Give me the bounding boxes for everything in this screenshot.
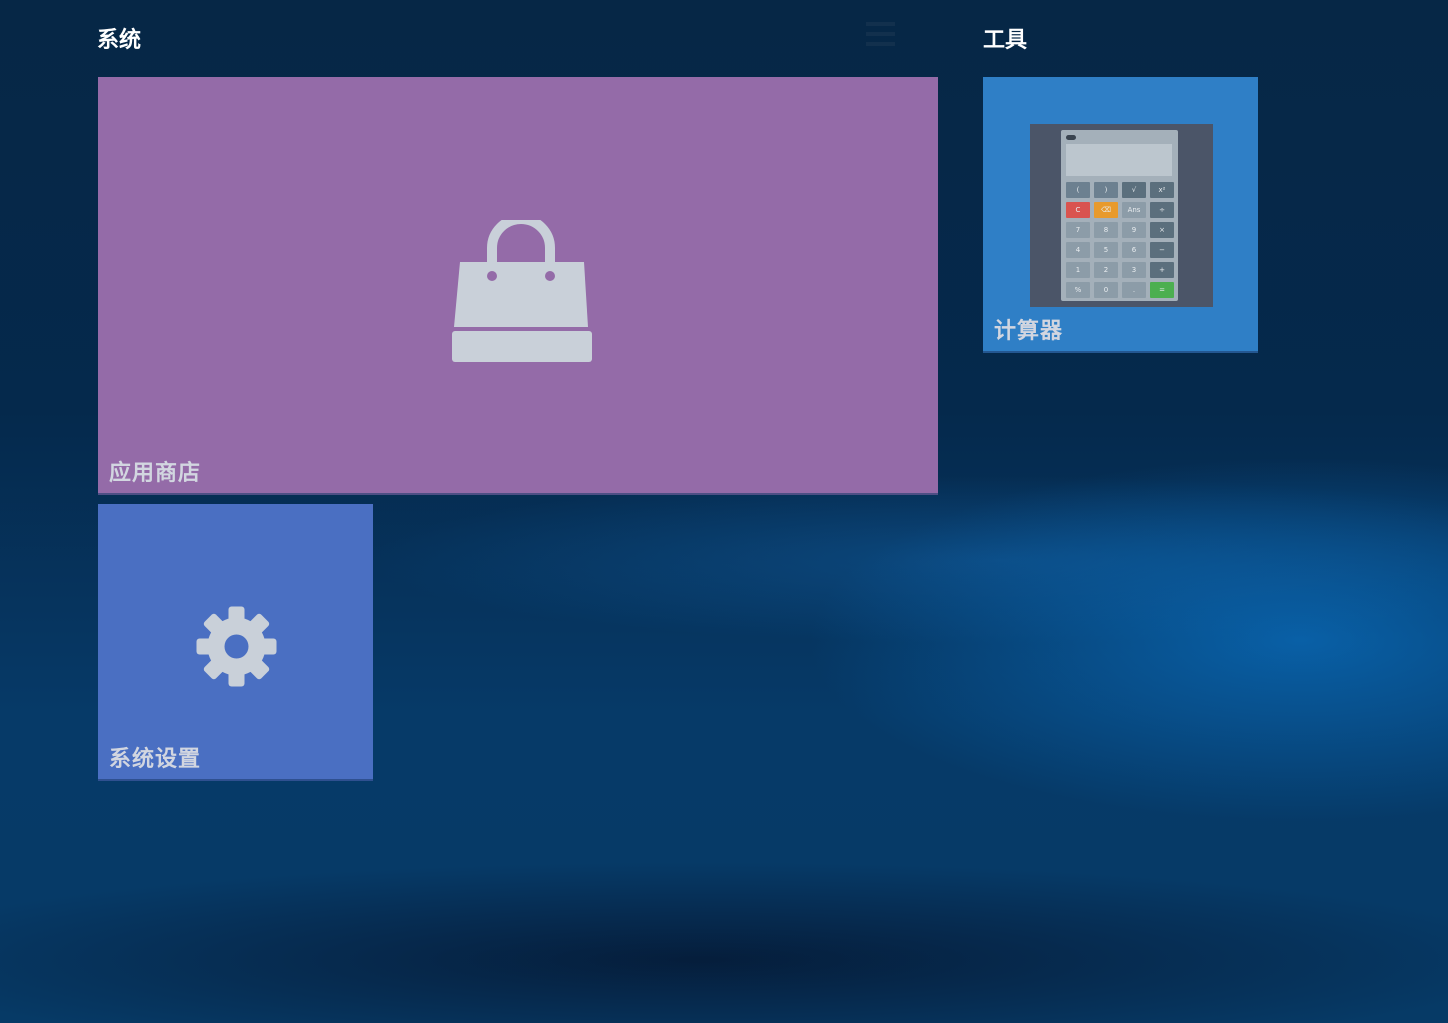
- tile-app-store[interactable]: 应用商店: [98, 77, 938, 495]
- calculator-key: C: [1066, 202, 1090, 218]
- calculator-key: 8: [1094, 222, 1118, 238]
- calculator-key: 1: [1066, 262, 1090, 278]
- calculator-thumbnail: () √ x² C ⌫ Ans ÷ 7 8 9 × 4 5 6− 1 2 3 +% 0. =: [1030, 124, 1213, 307]
- calculator-display: [1066, 144, 1172, 176]
- hamburger-menu-icon[interactable]: [866, 22, 895, 48]
- calculator-key: ÷: [1150, 202, 1174, 218]
- calculator-key: (: [1066, 182, 1090, 198]
- shopping-bag-icon: [448, 214, 596, 364]
- group-title-system: 系统: [97, 28, 142, 53]
- calculator-key: √: [1122, 182, 1146, 198]
- calculator-key: =: [1150, 282, 1174, 298]
- calculator-key: −: [1150, 242, 1174, 258]
- calculator-key: x²: [1150, 182, 1174, 198]
- calculator-keypad: () √ x² C ⌫ Ans ÷ 7 8 9 × 4 5 6− 1 2 3 +% 0. =: [1066, 182, 1174, 298]
- calculator-key: 9: [1122, 222, 1146, 238]
- calculator-key: ): [1094, 182, 1118, 198]
- tile-label: 系统设置: [109, 747, 202, 772]
- toggle-icon: [1066, 135, 1076, 140]
- calculator-key: 2: [1094, 262, 1118, 278]
- calculator-key: ⌫: [1094, 202, 1118, 218]
- calculator-key: +: [1150, 262, 1174, 278]
- calculator-key: .: [1122, 282, 1146, 298]
- calculator-key: %: [1066, 282, 1090, 298]
- calculator-key: 5: [1094, 242, 1118, 258]
- tile-label: 计算器: [994, 319, 1064, 344]
- tile-system-settings[interactable]: 系统设置: [98, 504, 373, 781]
- tile-calculator[interactable]: () √ x² C ⌫ Ans ÷ 7 8 9 × 4 5 6− 1 2 3 +% 0. = 计算器: [983, 77, 1258, 353]
- group-title-tools: 工具: [983, 28, 1028, 53]
- tile-label: 应用商店: [109, 461, 202, 486]
- calculator-key: 3: [1122, 262, 1146, 278]
- calculator-body: () √ x² C ⌫ Ans ÷ 7 8 9 × 4 5 6− 1 2 3 +% 0. =: [1061, 130, 1178, 301]
- gear-icon: [196, 606, 277, 687]
- calculator-key: 6: [1122, 242, 1146, 258]
- calculator-key: Ans: [1122, 202, 1146, 218]
- calculator-key: 7: [1066, 222, 1090, 238]
- calculator-key: 4: [1066, 242, 1090, 258]
- calculator-key: 0: [1094, 282, 1118, 298]
- calculator-key: ×: [1150, 222, 1174, 238]
